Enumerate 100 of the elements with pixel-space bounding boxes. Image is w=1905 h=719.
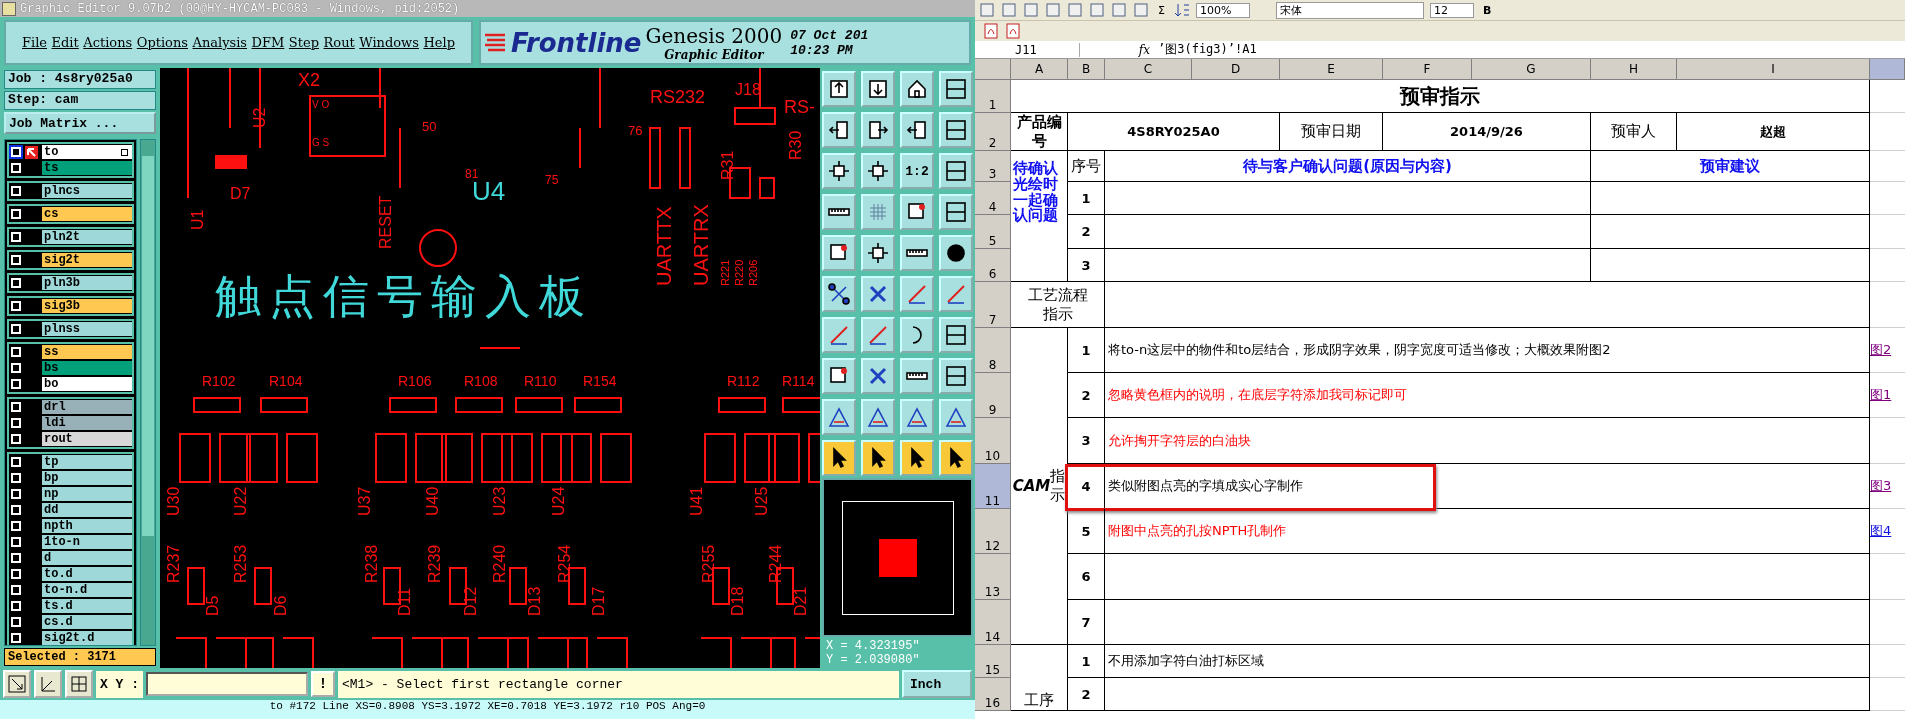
tool-button[interactable] — [861, 399, 895, 435]
layer-name[interactable]: drl — [42, 400, 132, 414]
tool-button[interactable] — [900, 317, 934, 353]
row-header[interactable]: 1 — [975, 80, 1011, 113]
layer-name[interactable]: plnss — [42, 322, 132, 336]
layer-checkbox[interactable] — [11, 301, 21, 311]
layer-checkbox[interactable] — [11, 324, 21, 334]
column-header[interactable]: I — [1677, 59, 1870, 80]
angle-button[interactable] — [34, 670, 62, 698]
layer-checkbox[interactable] — [11, 553, 21, 563]
layer-checkbox[interactable] — [11, 278, 21, 288]
tool-button[interactable] — [939, 399, 973, 435]
layer-name[interactable]: 1to-n — [42, 535, 132, 549]
layer-name[interactable]: d — [42, 551, 132, 565]
tool-button[interactable] — [822, 194, 856, 230]
layer-checkbox[interactable] — [11, 418, 21, 428]
menu-item[interactable]: Edit — [51, 35, 79, 50]
row-header[interactable]: 13 — [975, 554, 1011, 600]
layer-checkbox[interactable] — [11, 379, 21, 389]
pdf-icon[interactable] — [1005, 23, 1021, 39]
layer-checkbox[interactable] — [11, 255, 21, 265]
row-header[interactable]: 7 — [975, 282, 1011, 328]
row-header[interactable]: 15 — [975, 645, 1011, 678]
layer-name[interactable]: bp — [42, 471, 132, 485]
pdf-icon[interactable] — [983, 23, 999, 39]
layer-name[interactable]: bo — [42, 377, 132, 391]
tool-button[interactable] — [861, 71, 895, 107]
column-header[interactable]: C — [1105, 59, 1192, 80]
job-matrix-button[interactable]: Job Matrix ... — [4, 112, 156, 134]
layer-name[interactable]: pln2t — [42, 230, 132, 244]
tool-button[interactable] — [822, 358, 856, 394]
row-header[interactable]: 3 — [975, 151, 1011, 182]
layer-checkbox[interactable] — [11, 521, 21, 531]
tool-button[interactable] — [939, 358, 973, 394]
tool-button[interactable] — [900, 358, 934, 394]
layer-name[interactable]: ldi — [42, 416, 132, 430]
xy-input-field[interactable] — [146, 672, 308, 696]
tool-button[interactable] — [822, 112, 856, 148]
formula-field[interactable]: ’图3(fig3)’!A1 — [1158, 41, 1905, 58]
layer-name[interactable]: sig2t.d — [42, 631, 132, 645]
layer-name[interactable]: tp — [42, 455, 132, 469]
menu-item[interactable]: File — [22, 35, 48, 50]
tool-button[interactable]: 1:2 — [900, 153, 934, 189]
row-header[interactable]: 11 — [975, 464, 1011, 509]
sort-icon[interactable] — [1173, 3, 1190, 17]
layer-name[interactable]: sig3b — [42, 299, 132, 313]
layer-checkbox[interactable] — [11, 434, 21, 444]
layer-name[interactable]: npth — [42, 519, 132, 533]
row-header[interactable]: 5 — [975, 215, 1011, 249]
prompt-button[interactable]: ! — [311, 671, 335, 697]
layer-checkbox[interactable] — [11, 569, 21, 579]
column-header[interactable]: G — [1472, 59, 1591, 80]
column-header[interactable]: B — [1068, 59, 1105, 80]
tool-button[interactable] — [939, 112, 973, 148]
tool-button[interactable] — [900, 235, 934, 271]
layer-name[interactable]: rout — [42, 432, 132, 446]
grid-snap-button[interactable] — [65, 670, 93, 698]
tool-button[interactable] — [900, 112, 934, 148]
menu-item[interactable]: Actions — [83, 35, 133, 50]
layer-checkbox[interactable] — [11, 209, 21, 219]
column-header[interactable]: D — [1192, 59, 1280, 80]
overview-map[interactable] — [822, 478, 973, 637]
layer-name[interactable]: pln3b — [42, 276, 132, 290]
bold-button[interactable]: B — [1479, 3, 1495, 17]
tool-button[interactable] — [900, 194, 934, 230]
zoom-area-button[interactable] — [3, 670, 31, 698]
layer-name[interactable]: to — [42, 145, 132, 159]
layer-name[interactable]: to-n.d — [42, 583, 132, 597]
row-header[interactable]: 6 — [975, 249, 1011, 282]
layer-checkbox[interactable] — [11, 163, 21, 173]
layer-checkbox[interactable] — [11, 186, 21, 196]
menu-item[interactable]: Options — [136, 35, 188, 50]
tool-button[interactable] — [822, 153, 856, 189]
layer-checkbox[interactable] — [11, 363, 21, 373]
layer-name[interactable]: ts — [42, 161, 132, 175]
font-size-dropdown[interactable]: 12 — [1429, 2, 1474, 18]
tool-button[interactable] — [861, 235, 895, 271]
column-header[interactable]: E — [1280, 59, 1383, 80]
tool-button[interactable] — [822, 276, 856, 312]
figure-link[interactable]: 图3 — [1870, 477, 1892, 495]
menu-item[interactable]: DFM — [251, 35, 285, 50]
layer-checkbox[interactable] — [11, 147, 21, 157]
tool-button[interactable] — [822, 440, 856, 476]
row-header[interactable]: 4 — [975, 182, 1011, 215]
menu-item[interactable]: Step — [288, 35, 319, 50]
layer-checkbox[interactable] — [11, 489, 21, 499]
row-header[interactable]: 8 — [975, 328, 1011, 373]
layer-checkbox[interactable] — [11, 633, 21, 643]
tool-button[interactable] — [861, 358, 895, 394]
layer-name[interactable]: ts.d — [42, 599, 132, 613]
layer-name[interactable]: cs.d — [42, 615, 132, 629]
menu-item[interactable]: Windows — [359, 35, 419, 50]
layer-name[interactable]: cs — [42, 207, 132, 221]
font-dropdown[interactable]: 宋体 — [1275, 1, 1424, 19]
tool-button[interactable] — [861, 112, 895, 148]
tool-button[interactable] — [939, 440, 973, 476]
layer-name[interactable]: ss — [42, 345, 132, 359]
row-header[interactable]: 10 — [975, 418, 1011, 464]
layer-checkbox[interactable] — [11, 457, 21, 467]
menu-item[interactable]: Help — [423, 35, 455, 50]
